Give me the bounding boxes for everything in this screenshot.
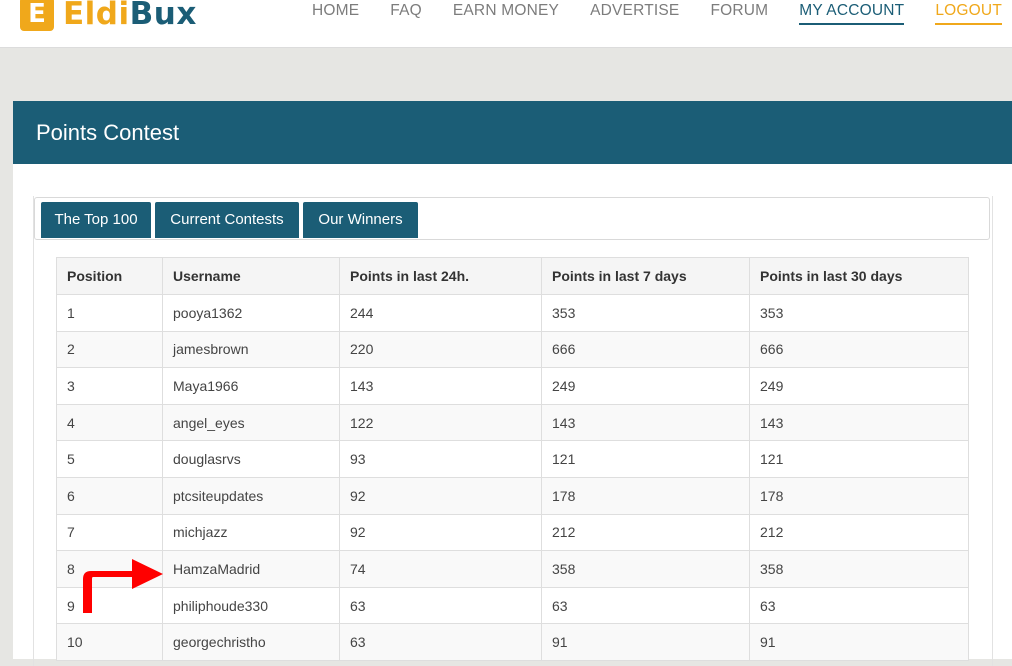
cell-points-30d: 353	[749, 294, 969, 332]
cell-username: jamesbrown	[162, 330, 340, 369]
cell-username: HamzaMadrid	[162, 550, 340, 588]
cell-points-7d: 249	[541, 367, 750, 405]
cell-position: 3	[56, 367, 163, 405]
table-row: 7 michjazz 92 212 212	[56, 513, 969, 552]
nav-forum[interactable]: FORUM	[710, 2, 768, 25]
nav-advertise[interactable]: ADVERTISE	[590, 2, 679, 25]
cell-points-30d: 358	[749, 550, 969, 588]
cell-points-7d: 178	[541, 476, 750, 515]
cell-username: Maya1966	[162, 367, 340, 405]
tab-our-winners[interactable]: Our Winners	[303, 202, 418, 238]
cell-points-7d: 358	[541, 550, 750, 588]
cell-points-24h: 74	[339, 550, 542, 588]
cell-points-30d: 178	[749, 476, 969, 515]
nav-my-account[interactable]: MY ACCOUNT	[799, 2, 905, 25]
site-logo[interactable]: E EldiBux	[20, 0, 197, 36]
cell-position: 7	[56, 513, 163, 552]
table-row: 6 ptcsiteupdates 92 178 178	[56, 476, 969, 515]
cell-points-30d: 63	[749, 586, 969, 625]
nav-home[interactable]: HOME	[312, 2, 359, 25]
cell-username: philiphoude330	[162, 586, 340, 625]
tabs-container: The Top 100 Current Contests Our Winners	[34, 197, 990, 240]
cell-username: georgechristho	[162, 623, 340, 661]
header-position: Position	[56, 257, 163, 295]
cell-points-30d: 143	[749, 403, 969, 442]
cell-points-24h: 63	[339, 623, 542, 661]
cell-position: 1	[56, 294, 163, 332]
nav-earn-money[interactable]: EARN MONEY	[453, 2, 559, 25]
cell-position: 6	[56, 476, 163, 515]
cell-points-30d: 212	[749, 513, 969, 552]
table-row: 5 douglasrvs 93 121 121	[56, 440, 969, 478]
cell-username: angel_eyes	[162, 403, 340, 442]
cell-points-24h: 220	[339, 330, 542, 369]
nav-faq[interactable]: FAQ	[390, 2, 422, 25]
table-row: 10 georgechristho 63 91 91	[56, 623, 969, 661]
cell-username: ptcsiteupdates	[162, 476, 340, 515]
cell-position: 4	[56, 403, 163, 442]
cell-username: pooya1362	[162, 294, 340, 332]
cell-points-30d: 249	[749, 367, 969, 405]
cell-username: douglasrvs	[162, 440, 340, 478]
main-nav: HOME FAQ EARN MONEY ADVERTISE FORUM MY A…	[281, 2, 1002, 25]
cell-points-24h: 92	[339, 513, 542, 552]
cell-points-30d: 121	[749, 440, 969, 478]
cell-points-7d: 353	[541, 294, 750, 332]
logo-text-eldi: Eldi	[63, 0, 130, 32]
table-row: 4 angel_eyes 122 143 143	[56, 403, 969, 442]
table-row: 2 jamesbrown 220 666 666	[56, 330, 969, 369]
page-title: Points Contest	[13, 101, 1012, 164]
red-arrow-annotation-icon	[83, 559, 163, 613]
cell-position: 5	[56, 440, 163, 478]
leaderboard-table: Position Username Points in last 24h. Po…	[56, 257, 969, 661]
cell-points-7d: 91	[541, 623, 750, 661]
cell-position: 10	[56, 623, 163, 661]
cell-points-24h: 244	[339, 294, 542, 332]
table-row: 9 philiphoude330 63 63 63	[56, 586, 969, 625]
cell-points-24h: 63	[339, 586, 542, 625]
cell-points-7d: 63	[541, 586, 750, 625]
table-row: 1 pooya1362 244 353 353	[56, 294, 969, 332]
table-row: 3 Maya1966 143 249 249	[56, 367, 969, 405]
logo-text: EldiBux	[63, 0, 197, 31]
header-points-7d: Points in last 7 days	[541, 257, 750, 295]
table-row: 8 HamzaMadrid 74 358 358	[56, 550, 969, 588]
cell-points-24h: 143	[339, 367, 542, 405]
cell-points-7d: 666	[541, 330, 750, 369]
cell-position: 2	[56, 330, 163, 369]
table-header-row: Position Username Points in last 24h. Po…	[56, 257, 969, 295]
logo-text-bux: Bux	[129, 0, 197, 32]
cell-points-24h: 92	[339, 476, 542, 515]
cell-points-24h: 93	[339, 440, 542, 478]
cell-points-7d: 143	[541, 403, 750, 442]
tab-current-contests[interactable]: Current Contests	[155, 202, 299, 238]
cell-points-24h: 122	[339, 403, 542, 442]
cell-points-7d: 212	[541, 513, 750, 552]
cell-points-7d: 121	[541, 440, 750, 478]
nav-logout[interactable]: LOGOUT	[935, 2, 1002, 25]
header-points-24h: Points in last 24h.	[339, 257, 542, 295]
cell-points-30d: 91	[749, 623, 969, 661]
top-navigation-bar: E EldiBux HOME FAQ EARN MONEY ADVERTISE …	[0, 0, 1012, 48]
header-username: Username	[162, 257, 340, 295]
tab-top-100[interactable]: The Top 100	[41, 202, 151, 238]
cell-points-30d: 666	[749, 330, 969, 369]
logo-mark-icon: E	[20, 0, 54, 31]
cell-username: michjazz	[162, 513, 340, 552]
header-points-30d: Points in last 30 days	[749, 257, 969, 295]
